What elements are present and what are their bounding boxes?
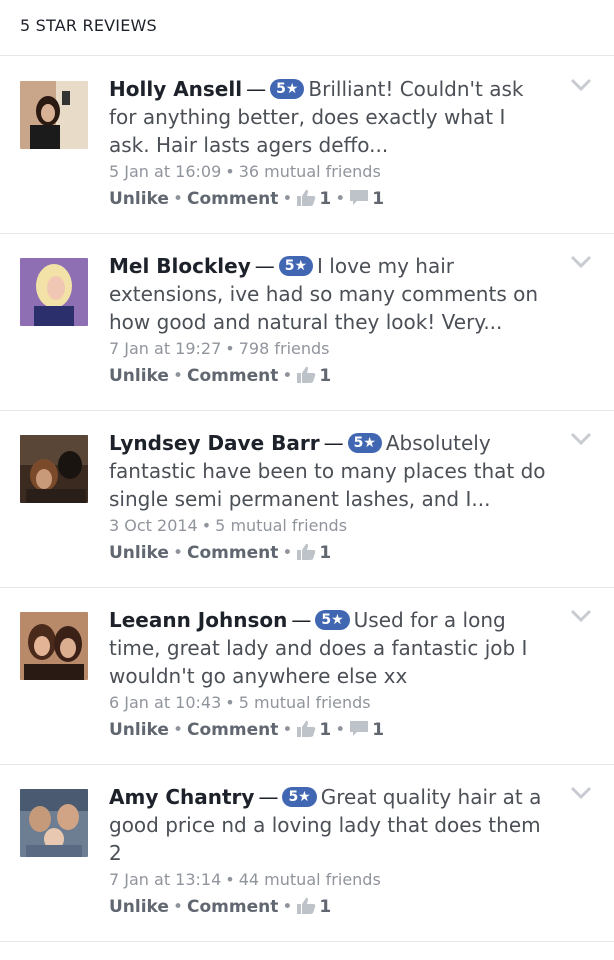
chevron-down-icon[interactable] [570,608,592,623]
like-count[interactable]: 1 [316,366,331,386]
reviewer-name[interactable]: Amy Chantry [109,785,254,809]
review-body: Lyndsey Dave Barr —5★ Absolutely fantastic… [109,429,549,570]
unlike-link[interactable]: Unlike [109,189,169,209]
action-separator: • [282,543,293,563]
thumbs-up-icon [296,719,316,747]
action-separator: • [282,897,293,917]
unlike-link[interactable]: Unlike [109,720,169,740]
action-separator: • [282,189,293,209]
review-item: Leeann Johnson —5★ Used for a long time, g… [0,588,614,765]
meta-separator: • [225,870,235,889]
name-dash: — [254,254,275,278]
meta-separator: • [225,162,235,181]
action-separator: • [335,720,346,740]
action-separator: • [172,543,183,563]
mutual-friends: 798 friends [238,339,330,358]
meta-separator: • [225,339,235,358]
review-actions: Unlike • Comment • 1 [109,362,549,393]
meta-separator: • [201,516,212,535]
review-body: Amy Chantry —5★ Great quality hair at a go… [109,783,549,924]
review-meta: 3 Oct 2014 • 5 mutual friends [109,513,549,539]
review-actions: Unlike • Comment • 1 • 1 [109,716,549,747]
section-header: 5 STAR REVIEWS [0,0,614,56]
review-actions: Unlike • Comment • 1 [109,539,549,570]
review-actions: Unlike • Comment • 1 • 1 [109,185,549,216]
action-separator: • [282,366,293,386]
comment-link[interactable]: Comment [187,720,278,740]
review-meta: 7 Jan at 19:27 • 798 friends [109,336,549,362]
reviewer-name[interactable]: Leeann Johnson [109,608,287,632]
comment-icon [349,188,369,216]
unlike-link[interactable]: Unlike [109,897,169,917]
unlike-link[interactable]: Unlike [109,543,169,563]
like-count[interactable]: 1 [316,543,331,563]
review-item: Amy Chantry —5★ Great quality hair at a go… [0,765,614,942]
thumbs-up-icon [296,365,316,393]
review-body: Mel Blockley —5★ I love my hair extensions… [109,252,549,393]
reviewer-name[interactable]: Mel Blockley [109,254,251,278]
thumbs-up-icon [296,542,316,570]
review-body: Leeann Johnson —5★ Used for a long time, g… [109,606,549,747]
chevron-down-icon[interactable] [570,254,592,269]
like-count[interactable]: 1 [316,189,331,209]
rating-badge: 5★ [278,256,314,276]
name-dash: — [291,608,312,632]
unlike-link[interactable]: Unlike [109,366,169,386]
chevron-down-icon[interactable] [570,77,592,92]
action-separator: • [282,720,293,740]
review-body: Holly Ansell —5★ Brilliant! Couldn't ask f… [109,75,549,216]
review-date[interactable]: 7 Jan at 13:14 [109,870,221,889]
review-date[interactable]: 7 Jan at 19:27 [109,339,221,358]
section-title: 5 STAR REVIEWS [20,16,157,35]
avatar[interactable] [20,612,88,680]
comment-link[interactable]: Comment [187,543,278,563]
comment-count[interactable]: 1 [369,189,384,209]
mutual-friends: 36 mutual friends [238,162,381,181]
reviewer-name[interactable]: Holly Ansell [109,77,242,101]
rating-badge: 5★ [347,433,382,453]
comment-icon [349,719,369,747]
comment-link[interactable]: Comment [187,189,278,209]
name-dash: — [323,431,344,455]
review-date[interactable]: 3 Oct 2014 [109,516,198,535]
comment-count[interactable]: 1 [369,720,384,740]
reviewer-name[interactable]: Lyndsey Dave Barr [109,431,320,455]
rating-badge: 5★ [282,787,317,807]
action-separator: • [172,897,183,917]
chevron-down-icon[interactable] [570,785,592,800]
review-actions: Unlike • Comment • 1 [109,893,549,924]
review-meta: 7 Jan at 13:14 • 44 mutual friends [109,867,549,893]
name-dash: — [246,77,267,101]
like-count[interactable]: 1 [316,720,331,740]
chevron-down-icon[interactable] [570,431,592,446]
review-meta: 5 Jan at 16:09 • 36 mutual friends [109,159,549,185]
review-item: Lyndsey Dave Barr —5★ Absolutely fantastic… [0,411,614,588]
avatar[interactable] [20,789,88,857]
like-count[interactable]: 1 [316,897,331,917]
avatar[interactable] [20,81,88,149]
mutual-friends: 44 mutual friends [238,870,381,889]
mutual-friends: 5 mutual friends [238,693,371,712]
action-separator: • [172,366,183,386]
review-date[interactable]: 6 Jan at 10:43 [109,693,221,712]
comment-link[interactable]: Comment [187,897,278,917]
comment-link[interactable]: Comment [187,366,278,386]
action-separator: • [172,720,183,740]
review-meta: 6 Jan at 10:43 • 5 mutual friends [109,690,549,716]
review-date[interactable]: 5 Jan at 16:09 [109,162,221,181]
rating-badge: 5★ [315,610,350,630]
avatar[interactable] [20,435,88,503]
name-dash: — [258,785,279,809]
action-separator: • [335,189,346,209]
review-item: Holly Ansell —5★ Brilliant! Couldn't ask f… [0,57,614,234]
thumbs-up-icon [296,896,316,924]
thumbs-up-icon [296,188,316,216]
mutual-friends: 5 mutual friends [215,516,348,535]
meta-separator: • [225,693,235,712]
action-separator: • [172,189,183,209]
review-item: Mel Blockley —5★ I love my hair extensions… [0,234,614,411]
rating-badge: 5★ [270,79,305,99]
avatar[interactable] [20,258,88,326]
